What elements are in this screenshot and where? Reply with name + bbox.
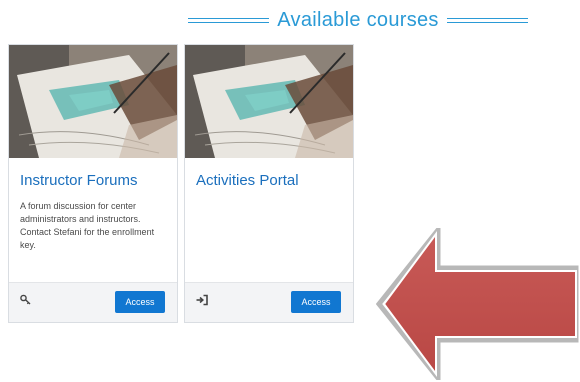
- key-icon: [19, 293, 33, 307]
- course-image[interactable]: [185, 45, 353, 158]
- course-image[interactable]: [9, 45, 177, 158]
- course-title[interactable]: Instructor Forums: [20, 172, 138, 189]
- section-header: Available courses: [188, 8, 528, 32]
- access-button[interactable]: Access: [291, 291, 341, 313]
- course-card[interactable]: Activities Portal Access: [184, 44, 354, 323]
- course-title[interactable]: Activities Portal: [196, 172, 299, 189]
- sign-in-icon: [195, 293, 209, 307]
- course-card[interactable]: Instructor Forums A forum discussion for…: [8, 44, 178, 323]
- card-footer: Access: [185, 282, 353, 322]
- header-rule-left: [188, 17, 270, 23]
- left-arrow-icon: [376, 228, 580, 380]
- card-footer: Access: [9, 282, 177, 322]
- course-description: A forum discussion for center administra…: [20, 201, 155, 250]
- access-button[interactable]: Access: [115, 291, 165, 313]
- section-title: Available courses: [277, 8, 439, 31]
- header-rule-right: [446, 17, 528, 23]
